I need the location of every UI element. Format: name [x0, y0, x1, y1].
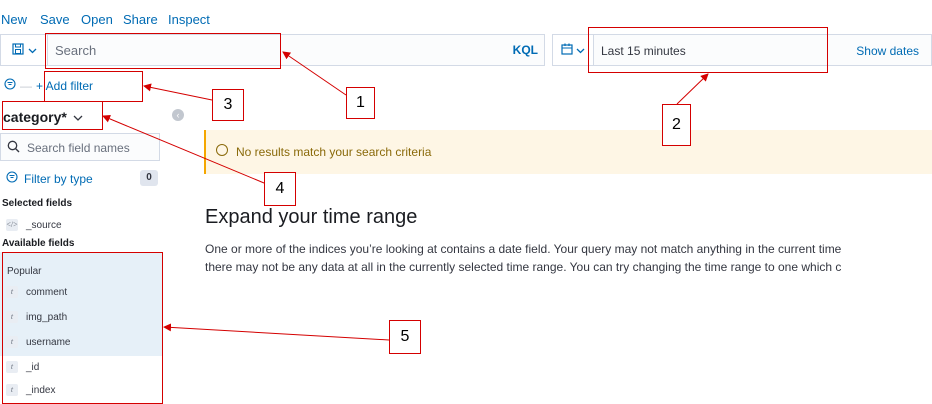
- save-icon: [11, 42, 24, 58]
- menu-open[interactable]: Open: [81, 12, 113, 27]
- field-search-box: [0, 133, 160, 161]
- separator-dash: —: [20, 78, 32, 93]
- annotation-label-3: 3: [212, 89, 244, 121]
- annotation-label-2: 2: [662, 104, 691, 146]
- search-icon: [7, 140, 20, 158]
- filter-by-type-label: Filter by type: [24, 171, 93, 186]
- annotation-box-1: [45, 33, 281, 69]
- annotation-box-2: [588, 27, 828, 73]
- filter-menu-icon[interactable]: [4, 78, 16, 93]
- filter-icon: [6, 171, 18, 186]
- body-line: there may not be any data at all in the …: [205, 260, 842, 274]
- expand-time-title: Expand your time range: [205, 206, 418, 228]
- field-search-input[interactable]: [25, 138, 159, 158]
- filter-count-badge: 0: [140, 170, 158, 186]
- chevron-down-icon: [28, 43, 37, 57]
- annotation-box-5: [2, 252, 163, 404]
- annotation-label-5: 5: [389, 320, 421, 354]
- show-dates-button[interactable]: Show dates: [856, 44, 919, 58]
- annotation-label-1: 1: [346, 87, 375, 119]
- menu-new[interactable]: New: [1, 12, 27, 27]
- menu-save[interactable]: Save: [40, 12, 70, 27]
- menu-inspect[interactable]: Inspect: [168, 12, 210, 27]
- annotation-box-4: [2, 101, 103, 130]
- saved-query-button[interactable]: [1, 35, 48, 65]
- chevron-down-icon: [576, 43, 585, 57]
- body-line: One or more of the indices you’re lookin…: [205, 242, 842, 256]
- filter-by-type-button[interactable]: Filter by type: [6, 171, 93, 186]
- menu-share[interactable]: Share: [123, 12, 158, 27]
- help-icon: [216, 144, 228, 156]
- annotation-box-3: [44, 71, 143, 102]
- field-row-source[interactable]: </> _source: [6, 219, 62, 231]
- calendar-icon: [561, 43, 573, 58]
- query-language-button[interactable]: KQL: [513, 43, 538, 57]
- collapse-sidebar-button[interactable]: ‹: [172, 109, 184, 121]
- callout-text: No results match your search criteria: [236, 145, 432, 159]
- available-fields-title: Available fields: [2, 238, 75, 249]
- source-icon: </>: [6, 219, 18, 231]
- selected-fields-title: Selected fields: [2, 198, 73, 209]
- expand-time-body: One or more of the indices you’re lookin…: [205, 240, 932, 276]
- no-results-callout: No results match your search criteria: [204, 130, 932, 174]
- chevron-left-icon: ‹: [176, 110, 180, 120]
- annotation-label-4: 4: [264, 172, 296, 206]
- field-name: _source: [26, 219, 62, 231]
